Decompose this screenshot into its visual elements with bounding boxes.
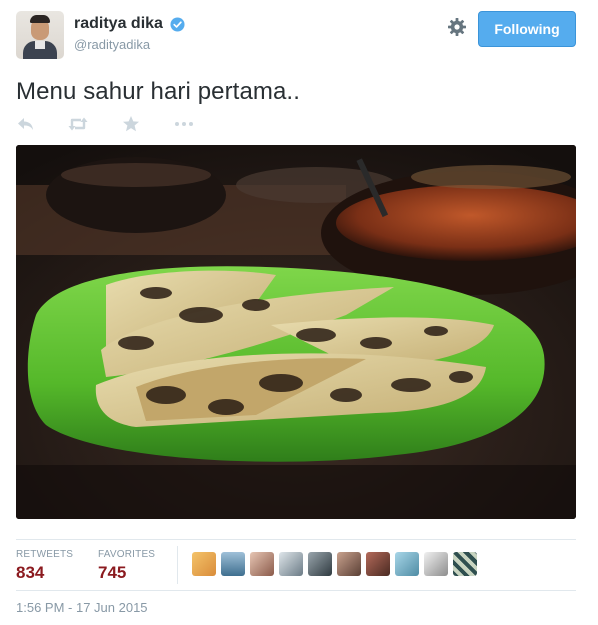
following-button[interactable]: Following [478, 11, 576, 47]
favoriter-avatar[interactable] [337, 552, 361, 576]
retweets-label: RETWEETS [16, 549, 74, 560]
retweets-stat[interactable]: RETWEETS 834 [16, 549, 73, 583]
favoriter-avatar[interactable] [366, 552, 390, 576]
avatar[interactable] [16, 11, 64, 59]
tweet-actions [16, 115, 216, 135]
favoriter-avatar[interactable] [424, 552, 448, 576]
favorites-count: 745 [98, 563, 127, 582]
favoriter-avatar[interactable] [279, 552, 303, 576]
tweet-header: raditya dika @radityadika Following [16, 11, 576, 59]
favoriter-avatar[interactable] [453, 552, 477, 576]
favoriter-avatar[interactable] [395, 552, 419, 576]
favorites-stat[interactable]: FAVORITES 745 [98, 549, 155, 583]
reply-icon[interactable] [16, 115, 40, 135]
stats-divider [177, 546, 178, 584]
tweet-stats: RETWEETS 834 FAVORITES 745 [16, 539, 576, 591]
favorites-label: FAVORITES [98, 549, 156, 560]
tweet-timestamp[interactable]: 1:56 PM - 17 Jun 2015 [16, 600, 148, 615]
favoriter-avatar[interactable] [192, 552, 216, 576]
retweet-icon[interactable] [66, 115, 90, 135]
gear-icon[interactable] [446, 16, 468, 38]
more-icon[interactable] [173, 115, 197, 135]
verified-badge-icon [170, 16, 185, 32]
photo-food-plate [16, 145, 576, 519]
star-icon[interactable] [122, 115, 146, 135]
tweet-photo[interactable] [16, 145, 576, 519]
display-name[interactable]: raditya dika [74, 15, 163, 33]
avatar-collar [35, 41, 45, 49]
avatar-hair [30, 15, 50, 23]
favoriter-avatar[interactable] [221, 552, 245, 576]
retweets-count: 834 [16, 563, 45, 582]
tweet-text: Menu sahur hari pertama.. [16, 78, 300, 105]
favoriter-avatar[interactable] [250, 552, 274, 576]
user-names: raditya dika @radityadika [74, 15, 185, 52]
screen-name[interactable]: @radityadika [74, 37, 185, 52]
favoriter-avatar[interactable] [308, 552, 332, 576]
